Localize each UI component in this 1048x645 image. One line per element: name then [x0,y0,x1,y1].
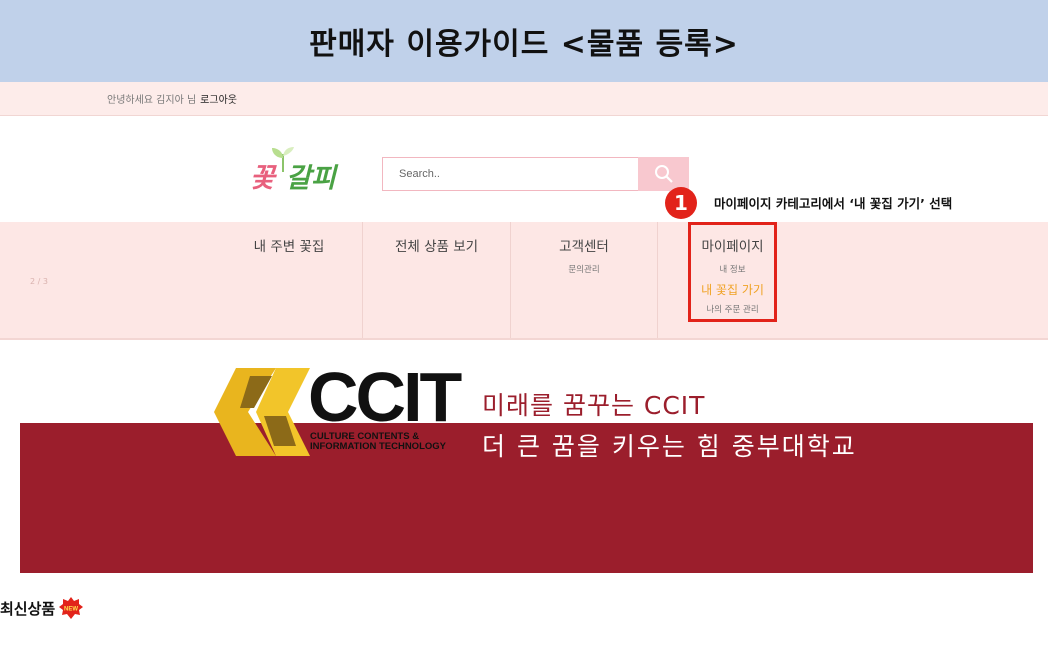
top-bar: 안녕하세요 김지아 님 로그아웃 [0,82,1048,116]
guide-header: 판매자 이용가이드 <물품 등록> [0,0,1048,82]
search-bar [382,157,689,191]
ccit-logo: CCIT CULTURE CONTENTS & INFORMATION TECH… [214,362,464,461]
main-nav: 2 / 3 내 주변 꽃집 전체 상품 보기 고객센터 문의관리 마이페이지 내… [0,222,1048,340]
logo-text-flower: 꽃 [250,163,275,194]
nav-item-nearby: 내 주변 꽃집 [216,222,362,338]
search-icon [654,165,673,183]
banner-slogan-2: 더 큰 꿈을 키우는 힘 중부대학교 [482,432,857,461]
new-badge-text: NEW [64,607,78,613]
nav-item-mypage: 마이페이지 내 정보 내 꽃집 가기 나의 주문 관리 [657,222,807,338]
ghost-text: 2 / 3 [30,277,48,286]
nav-label-nearby[interactable]: 내 주변 꽃집 [216,235,362,255]
nav-label-all-products[interactable]: 전체 상품 보기 [363,235,510,255]
submenu-my-orders[interactable]: 나의 주문 관리 [658,303,807,315]
logout-link[interactable]: 로그아웃 [200,95,237,106]
annotation-number: 1 [665,187,697,219]
ccit-subtitle-line2: INFORMATION TECHNOLOGY [310,441,446,452]
ccit-subtitle: CULTURE CONTENTS & INFORMATION TECHNOLOG… [310,432,446,452]
search-input[interactable] [382,157,638,191]
new-products-heading: 최신상품 NEW [0,597,84,619]
search-button[interactable] [638,157,689,191]
nav-item-customer-center: 고객센터 문의관리 [510,222,657,338]
ccit-emblem-icon [214,368,310,456]
new-badge-icon: NEW [59,597,84,619]
submenu-my-shop[interactable]: 내 꽃집 가기 [658,281,807,298]
new-products-title: 최신상품 [0,599,56,618]
nav-label-mypage[interactable]: 마이페이지 [658,235,807,255]
greeting-label: 안녕하세요 김지아 님 [107,95,197,106]
nav-label-customer-center[interactable]: 고객센터 [511,235,657,255]
ccit-brand-text: CCIT [308,358,462,436]
logo-text-galpi: 갈피 [286,163,336,194]
submenu-inquiry[interactable]: 문의관리 [511,263,657,275]
banner-slogan-1: 미래를 꿈꾸는 CCIT [482,391,706,420]
annotation-text: 마이페이지 카테고리에서 ‘내 꽃집 가기’ 선택 [714,196,953,211]
guide-title: 판매자 이용가이드 <물품 등록> [309,27,739,62]
nav-item-all-products: 전체 상품 보기 [362,222,510,338]
submenu-my-info[interactable]: 내 정보 [658,263,807,275]
site-logo[interactable]: 꽃 갈피 [246,140,346,202]
greeting-text: 안녕하세요 김지아 님 로그아웃 [107,91,237,106]
